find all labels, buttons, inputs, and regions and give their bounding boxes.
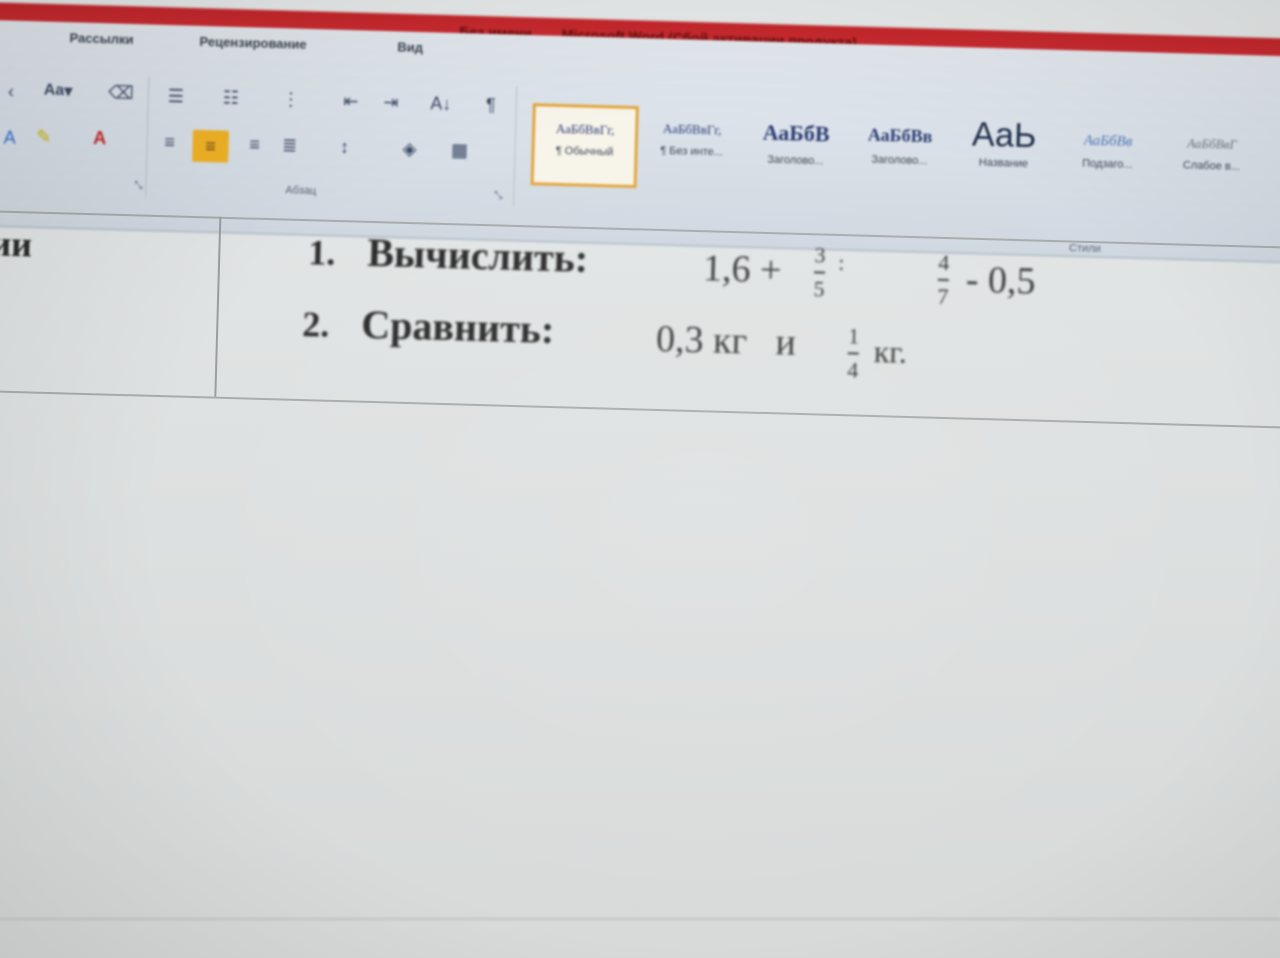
style-sample: АаБбВв	[867, 124, 933, 147]
align-right-icon[interactable]: ≡	[241, 133, 268, 156]
style-name: ¶ Обычный	[555, 144, 614, 159]
multilevel-list-icon[interactable]: ⋮	[278, 88, 305, 111]
fraction-bar	[937, 278, 949, 282]
numbering-icon[interactable]: ☷	[218, 86, 245, 109]
align-left-icon[interactable]: ≡	[156, 131, 183, 154]
change-case-label: Aa	[43, 81, 65, 100]
task-1-fraction-2: 4 7	[937, 249, 950, 311]
change-case-button[interactable]: Aa ▾	[38, 79, 79, 102]
font-dialog-launcher-icon[interactable]: ⤡	[125, 174, 152, 197]
align-center-icon[interactable]: ≡	[192, 129, 230, 163]
fraction-bar	[847, 352, 859, 355]
style-name: Название	[978, 156, 1029, 171]
tab-view[interactable]: Вид	[397, 39, 423, 55]
decrease-indent-icon[interactable]: ⇤	[338, 90, 365, 113]
font-color-button[interactable]: A	[86, 127, 113, 150]
task-2-expr-suffix: кг.	[873, 333, 908, 370]
page-edge	[0, 918, 1280, 920]
tab-mailings[interactable]: Рассылки	[69, 30, 133, 47]
task-1-expr-suffix: - 0,5	[965, 258, 1037, 303]
fraction-numerator: 3	[814, 242, 826, 268]
tab-review[interactable]: Рецензирование	[199, 34, 307, 52]
style-sample: АаБбВвГг,	[555, 120, 615, 138]
style-tile-subtle-emphasis[interactable]: АаБбВвГ Слабое в...	[1158, 121, 1264, 204]
justify-icon[interactable]: ≣	[276, 134, 303, 157]
fraction-bar	[813, 271, 826, 274]
style-sample: АаБбВвГг,	[662, 120, 722, 138]
style-name: Заголово...	[871, 153, 928, 168]
group-divider	[512, 86, 518, 207]
fraction-numerator: 1	[847, 323, 860, 349]
sort-label: А↓	[430, 92, 452, 114]
font-size-arrow-icon[interactable]: ‹	[0, 80, 24, 103]
style-tile-subtitle[interactable]: АаБбВв Подзаго...	[1054, 118, 1160, 201]
style-tile-title[interactable]: АаЬ Название	[950, 115, 1056, 198]
clear-formatting-icon[interactable]: ⌫	[108, 81, 135, 104]
bullets-icon[interactable]: ☰	[163, 85, 190, 108]
style-name: Заголово...	[767, 153, 824, 168]
increase-indent-icon[interactable]: ⇥	[378, 91, 405, 114]
style-name: Слабое в...	[1182, 159, 1241, 173]
font-color-label: A	[92, 127, 107, 148]
task-1-expr-prefix: 1,6 +	[702, 247, 783, 292]
line-spacing-icon[interactable]: ↕	[331, 136, 358, 159]
document-page[interactable]: ии 1. Вычислить: 1,6 + 3 5 : 4 7 - 0,5 2…	[0, 190, 1280, 447]
style-sample: АаЬ	[971, 115, 1037, 156]
task-1-line: 1. Вычислить:	[308, 227, 589, 282]
paragraph-group-caption: Абзац	[285, 184, 317, 198]
task-number: 2.	[301, 304, 330, 345]
highlight-color-icon[interactable]: ✎	[30, 125, 57, 148]
style-tile-no-spacing[interactable]: АаБбВвГг, ¶ Без инте...	[639, 106, 745, 189]
task-1-division-sign: :	[837, 249, 845, 276]
table-row	[0, 209, 1280, 430]
task-number: 1.	[307, 232, 336, 273]
style-tile-heading-1[interactable]: АаБбВ Заголово...	[743, 109, 849, 192]
task-label: Сравнить:	[360, 301, 555, 353]
styles-gallery: АаБбВвГг, ¶ Обычный АаБбВвГг, ¶ Без инте…	[530, 103, 1280, 255]
fraction-denominator: 4	[846, 357, 859, 383]
photo-of-monitor: Без имени Microsoft Word (Сбой активации…	[0, 0, 1280, 958]
style-name: Подзаго...	[1082, 157, 1133, 171]
task-2-expr-prefix: 0,3 кг и	[655, 317, 797, 364]
left-cell-text: ии	[0, 223, 33, 265]
borders-icon[interactable]: ▦	[446, 139, 473, 162]
style-tile-normal[interactable]: АаБбВвГг, ¶ Обычный	[530, 103, 639, 189]
fraction-numerator: 4	[938, 249, 950, 276]
fraction-denominator: 5	[813, 276, 825, 302]
show-marks-button[interactable]: ¶	[478, 94, 505, 117]
task-label: Вычислить:	[366, 229, 589, 282]
task-2-line: 2. Сравнить:	[302, 299, 555, 353]
task-2-fraction: 1 4	[847, 322, 860, 384]
style-sample: АаБбВ	[762, 119, 830, 147]
shading-icon[interactable]: ◈	[396, 137, 423, 160]
show-marks-label: ¶	[485, 94, 496, 115]
style-sample: АаБбВв	[1083, 132, 1133, 150]
style-tile-heading-2[interactable]: АаБбВв Заголово...	[847, 112, 953, 195]
paragraph-dialog-launcher-icon[interactable]: ⤡	[485, 184, 512, 207]
task-1-fraction-1: 3 5	[813, 241, 826, 303]
sort-button[interactable]: А↓	[428, 92, 455, 115]
style-name: ¶ Без инте...	[660, 144, 724, 159]
text-effects-icon[interactable]: A	[0, 126, 23, 149]
style-sample: АаБбВвГ	[1187, 135, 1237, 152]
fraction-denominator: 7	[937, 283, 949, 310]
